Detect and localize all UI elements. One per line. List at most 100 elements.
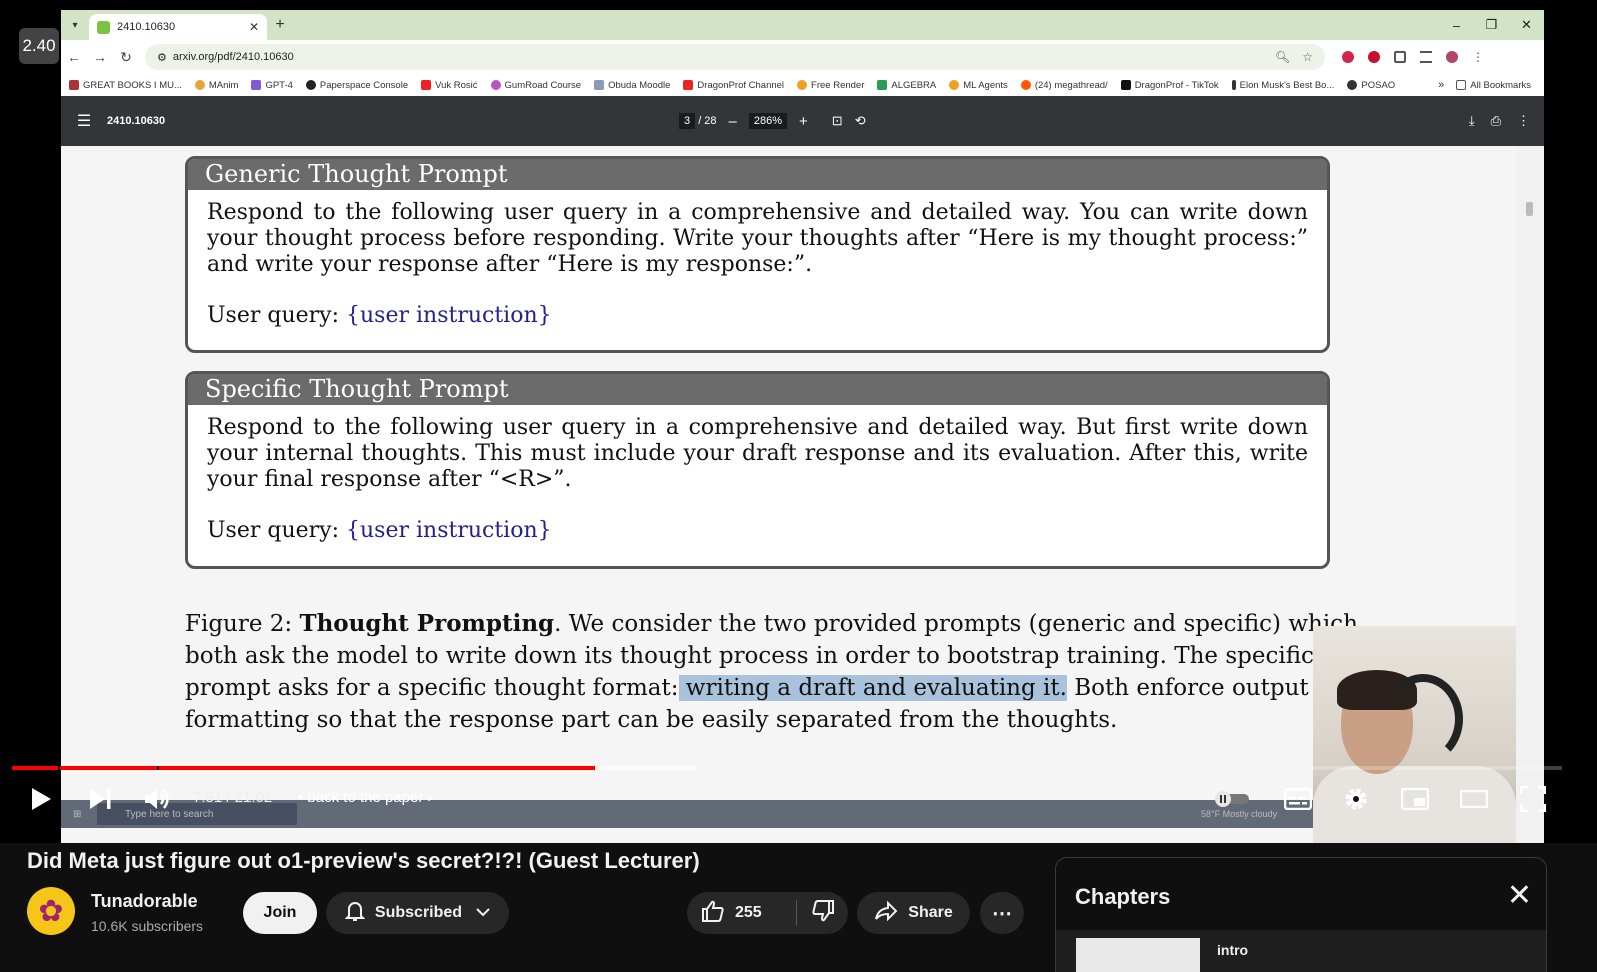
channel-name[interactable]: Tunadorable xyxy=(91,891,198,912)
close-window-icon[interactable]: ✕ xyxy=(1509,17,1544,33)
pdf-menu-icon[interactable]: ☰ xyxy=(61,111,107,131)
like-button[interactable]: 255 xyxy=(687,900,797,926)
print-icon[interactable]: ⎙ xyxy=(1491,113,1501,129)
bookmark-12[interactable]: DragonProf - TikTok xyxy=(1120,80,1219,91)
chevron-right-icon: › xyxy=(427,789,433,806)
bookmark-9[interactable]: ALGEBRA xyxy=(877,80,936,91)
bookmark-star-icon[interactable]: ☆ xyxy=(1302,50,1313,64)
headphones-icon xyxy=(1383,674,1463,764)
chapters-title: Chapters xyxy=(1075,884,1171,909)
bookmarks-overflow[interactable]: » xyxy=(1438,79,1444,91)
volume-icon[interactable] xyxy=(142,784,172,814)
bookmark-8[interactable]: Free Render xyxy=(797,80,864,91)
bookmark-10[interactable]: ML Agents xyxy=(949,80,1008,91)
reload-icon[interactable]: ↻ xyxy=(113,49,139,66)
chapter-label: intro xyxy=(1217,942,1249,958)
bookmark-2[interactable]: GPT-4 xyxy=(251,80,293,91)
progress-played xyxy=(12,766,595,770)
bookmark-favicon-icon xyxy=(490,80,501,90)
specific-prompt-header: Specific Thought Prompt xyxy=(188,374,1327,405)
rotate-icon[interactable]: ⟲ xyxy=(855,113,866,129)
browser-tab-strip: ▾ 2410.10630 ✕ + – ❐ ✕ xyxy=(61,10,1544,40)
tab-search-chevron-icon[interactable]: ▾ xyxy=(61,10,89,40)
miniplayer-icon[interactable] xyxy=(1399,784,1431,814)
specific-prompt-body: Respond to the following user query in a… xyxy=(188,405,1327,544)
pdf-scroll-thumb[interactable] xyxy=(1526,202,1533,216)
bookmark-0[interactable]: GREAT BOOKS I MU... xyxy=(69,80,182,91)
bookmark-favicon-icon xyxy=(305,80,316,90)
adblock-icon[interactable] xyxy=(1368,51,1380,63)
bookmark-14[interactable]: POSAO xyxy=(1347,80,1395,91)
subtitles-icon[interactable] xyxy=(1282,784,1314,814)
bookmark-7[interactable]: DragonProf Channel xyxy=(683,80,784,91)
tab-title: 2410.10630 xyxy=(117,21,176,33)
site-info-icon[interactable]: ⚙ xyxy=(157,51,167,64)
zoom-lens-icon[interactable]: 🔍︎ xyxy=(1275,50,1290,64)
extension-icon-1[interactable] xyxy=(1342,51,1354,63)
autoplay-toggle[interactable] xyxy=(1212,784,1252,814)
reading-list-icon[interactable] xyxy=(1420,51,1432,63)
address-bar[interactable]: ⚙ arxiv.org/pdf/2410.10630 🔍︎ ☆ xyxy=(145,44,1325,70)
dislike-button[interactable] xyxy=(797,899,835,927)
video-player[interactable]: ▾ 2410.10630 ✕ + – ❐ ✕ ← → ↻ ⚙ arxiv.org… xyxy=(0,0,1597,843)
zoom-in-icon[interactable]: + xyxy=(799,113,808,130)
forward-arrow-icon[interactable]: → xyxy=(87,49,113,65)
root: ▾ 2410.10630 ✕ + – ❐ ✕ ← → ↻ ⚙ arxiv.org… xyxy=(0,0,1597,972)
zoom-level-input[interactable]: 286% xyxy=(748,113,788,129)
minimize-icon[interactable]: – xyxy=(1439,18,1474,33)
fit-page-icon[interactable]: ⊡ xyxy=(832,113,843,129)
bookmark-favicon-icon xyxy=(1231,80,1236,90)
close-icon[interactable]: ✕ xyxy=(1507,878,1532,913)
thumbs-down-icon xyxy=(811,899,835,927)
chapters-panel: Chapters ✕ intro xyxy=(1055,857,1547,972)
chapter-title-button[interactable]: • back to the paper › xyxy=(298,789,433,806)
bookmark-4[interactable]: Vuk Rosić xyxy=(421,80,478,91)
channel-avatar[interactable]: ✿ xyxy=(27,887,75,935)
generic-prompt-box: Generic Thought Prompt Respond to the fo… xyxy=(185,156,1330,353)
restore-icon[interactable]: ❐ xyxy=(1474,17,1509,33)
theater-mode-icon[interactable] xyxy=(1458,784,1490,814)
chapter-item[interactable]: intro xyxy=(1056,930,1546,972)
pdf-more-icon[interactable]: ⋮ xyxy=(1517,113,1530,129)
share-button[interactable]: Share xyxy=(857,892,970,934)
profile-avatar-icon[interactable] xyxy=(1446,51,1458,63)
bookmark-favicon-icon xyxy=(797,80,808,90)
bookmark-3[interactable]: Paperspace Console xyxy=(305,80,408,91)
browser-menu-kebab-icon[interactable]: ⋮ xyxy=(1472,51,1484,63)
browser-tab[interactable]: 2410.10630 ✕ xyxy=(89,14,267,40)
play-icon[interactable] xyxy=(26,784,56,814)
progress-bar[interactable] xyxy=(12,766,1562,770)
chevron-down-icon xyxy=(476,904,490,922)
bookmark-6[interactable]: Obuda Moodle xyxy=(594,80,670,91)
youtube-icon xyxy=(421,80,432,90)
bookmark-5[interactable]: GumRoad Course xyxy=(490,80,581,91)
next-video-icon[interactable] xyxy=(85,784,115,814)
zoom-out-icon[interactable]: – xyxy=(729,113,737,130)
back-arrow-icon[interactable]: ← xyxy=(61,49,87,65)
more-actions-icon[interactable]: ⋯ xyxy=(980,892,1024,934)
subscribed-button[interactable]: Subscribed xyxy=(326,892,509,934)
bookmark-1[interactable]: MAnim xyxy=(194,80,238,91)
player-controls: 7:51 / 21:02 • back to the paper › xyxy=(0,772,1597,828)
bookmark-favicon-icon xyxy=(1347,80,1358,90)
settings-gear-icon[interactable] xyxy=(1340,784,1372,814)
new-tab-plus-icon[interactable]: + xyxy=(267,10,293,40)
tab-close-icon[interactable]: ✕ xyxy=(249,20,259,34)
download-icon[interactable]: ⤓ xyxy=(1469,113,1475,129)
fullscreen-icon[interactable] xyxy=(1517,784,1549,814)
bookmark-11[interactable]: (24) megathread/ xyxy=(1020,80,1108,91)
like-dislike-group: 255 xyxy=(687,892,848,934)
pdf-scrollbar[interactable] xyxy=(1516,146,1544,843)
specific-prompt-box: Specific Thought Prompt Respond to the f… xyxy=(185,371,1330,569)
all-bookmarks[interactable]: All Bookmarks xyxy=(1456,80,1531,91)
specific-prompt-text: Respond to the following user query in a… xyxy=(207,415,1308,492)
puzzle-extensions-icon[interactable] xyxy=(1394,51,1406,63)
pdf-actions: ⤓ ⎙ ⋮ xyxy=(1469,113,1530,129)
url-text: arxiv.org/pdf/2410.10630 xyxy=(172,51,294,63)
page-number-input[interactable]: 3 xyxy=(679,113,696,129)
thumbs-up-icon xyxy=(701,900,725,927)
join-button[interactable]: Join xyxy=(243,892,317,934)
figure-caption: Figure 2: Thought Prompting. We consider… xyxy=(185,610,1358,733)
bell-icon xyxy=(344,900,366,927)
bookmark-13[interactable]: Elon Musk's Best Bo... xyxy=(1231,80,1334,91)
